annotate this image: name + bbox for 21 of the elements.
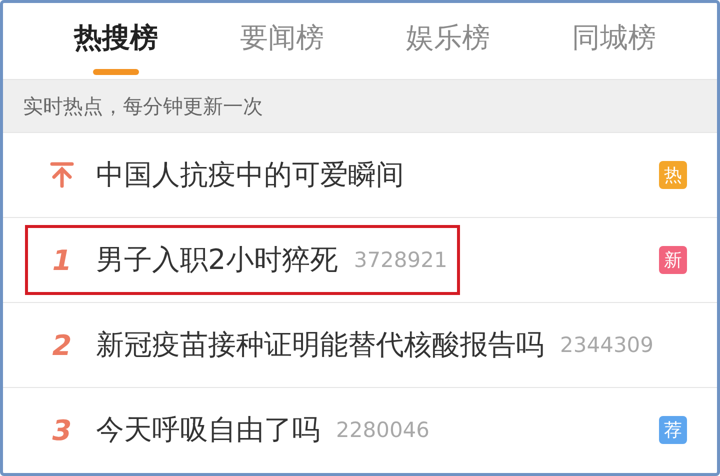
list-item[interactable]: 中国人抗疫中的可爱瞬间 热: [3, 133, 717, 218]
rank-number: 1: [52, 244, 72, 276]
rank-number: 3: [52, 414, 72, 446]
rank-number: 2: [52, 328, 72, 362]
topic-title: 新冠疫苗接种证明能替代核酸报告吗: [96, 327, 544, 363]
heat-count: 2280046: [336, 418, 430, 442]
topic-title: 中国人抗疫中的可爱瞬间: [96, 157, 404, 193]
heat-count: 2344309: [560, 333, 654, 357]
heat-count: 3728921: [354, 248, 448, 272]
tag-badge: 热: [659, 161, 687, 189]
list-item[interactable]: 3 今天呼吸自由了吗 2280046 荐: [3, 388, 717, 472]
pin-to-top-icon: [50, 162, 74, 188]
topic-title: 今天呼吸自由了吗: [96, 412, 320, 448]
tag-badge: 荐: [659, 416, 687, 444]
tab[interactable]: 热搜榜: [33, 3, 199, 79]
topic-title: 男子入职2小时猝死: [96, 242, 338, 278]
tab-indicator: [93, 69, 139, 75]
notice-text: 实时热点，每分钟更新一次: [23, 92, 263, 120]
tag-badge: 新: [659, 246, 687, 274]
list-item[interactable]: 1 男子入职2小时猝死 3728921 新: [3, 218, 717, 303]
list-item[interactable]: 2 新冠疫苗接种证明能替代核酸报告吗 2344309: [3, 303, 717, 388]
